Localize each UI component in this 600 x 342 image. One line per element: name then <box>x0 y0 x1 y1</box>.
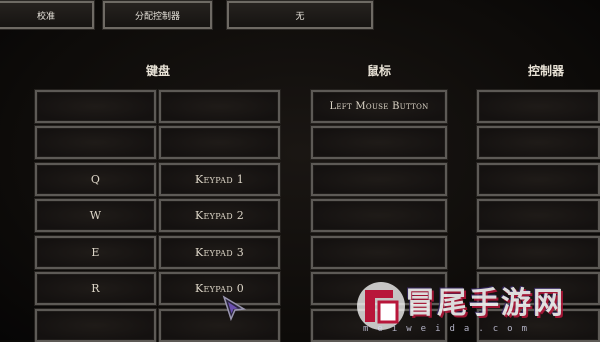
watermark: 冒尾手游网 meiweida.com <box>345 272 600 340</box>
controller-binding-slot[interactable] <box>477 236 600 269</box>
mouse-binding-slot[interactable] <box>311 126 447 159</box>
keyboard-primary-slot[interactable] <box>35 309 156 342</box>
assign-controller-button[interactable]: 分配控制器 <box>102 0 213 30</box>
keyboard-primary-slot[interactable]: Q <box>35 163 156 196</box>
keyboard-secondary-slot[interactable] <box>159 90 280 123</box>
mouse-cursor-icon <box>222 295 246 321</box>
mouse-binding-slot[interactable] <box>311 199 447 232</box>
mouse-column-heading: 鼠标 <box>366 64 392 78</box>
controller-binding-slot[interactable] <box>477 90 600 123</box>
mouse-binding-slot[interactable] <box>311 163 447 196</box>
keyboard-secondary-slot[interactable] <box>159 126 280 159</box>
keyboard-primary-slot[interactable]: E <box>35 236 156 269</box>
keyboard-primary-slot[interactable]: W <box>35 199 156 232</box>
keyboard-primary-slot[interactable]: R <box>35 272 156 305</box>
controller-select-dropdown[interactable]: 无 <box>226 0 374 30</box>
keyboard-secondary-slot[interactable] <box>159 309 280 342</box>
controller-column-heading: 控制器 <box>527 64 565 78</box>
controller-binding-slot[interactable] <box>477 163 600 196</box>
calibrate-button[interactable]: 校准 <box>0 0 95 30</box>
mouse-binding-slot[interactable]: Left Mouse Button <box>311 90 447 123</box>
controller-binding-slot[interactable] <box>477 126 600 159</box>
watermark-title: 冒尾手游网 <box>405 286 565 321</box>
keyboard-primary-slot[interactable] <box>35 90 156 123</box>
mouse-binding-slot[interactable] <box>311 236 447 269</box>
keyboard-secondary-slot[interactable]: Keypad 1 <box>159 163 280 196</box>
keyboard-secondary-slot[interactable]: Keypad 0 <box>159 272 280 305</box>
keyboard-secondary-slot[interactable]: Keypad 3 <box>159 236 280 269</box>
keyboard-secondary-slot[interactable]: Keypad 2 <box>159 199 280 232</box>
keyboard-column-heading: 键盘 <box>145 64 171 78</box>
controller-binding-slot[interactable] <box>477 199 600 232</box>
watermark-subtitle: meiweida.com <box>363 324 537 334</box>
keyboard-primary-slot[interactable] <box>35 126 156 159</box>
